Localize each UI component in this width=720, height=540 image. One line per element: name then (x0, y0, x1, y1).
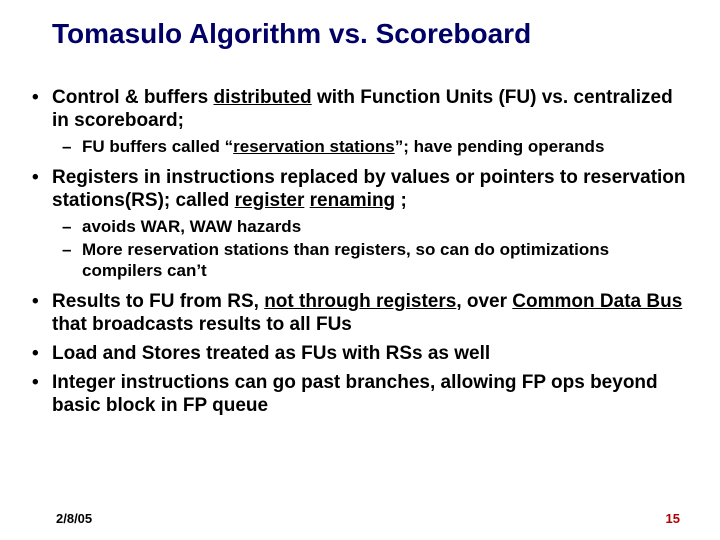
underline-text: reservation stations (233, 137, 395, 156)
text: that broadcasts results to all FUs (52, 314, 352, 335)
slide-title: Tomasulo Algorithm vs. Scoreboard (52, 18, 692, 50)
footer-date: 2/8/05 (56, 511, 92, 526)
text: , over (456, 291, 512, 312)
bullet-5: Integer instructions can go past branche… (28, 371, 692, 417)
bullet-4: Load and Stores treated as FUs with RSs … (28, 342, 692, 365)
text: Control & buffers (52, 87, 214, 108)
sub-list: FU buffers called “reservation stations”… (52, 136, 692, 157)
underline-text: Common Data Bus (512, 291, 682, 312)
sub-bullet: More reservation stations than registers… (60, 239, 692, 282)
underline-text: renaming (310, 190, 396, 211)
text: Results to FU from RS, (52, 291, 264, 312)
bullet-1: Control & buffers distributed with Funct… (28, 86, 692, 158)
page-number: 15 (666, 511, 680, 526)
underline-text: not through registers (264, 291, 456, 312)
underline-text: distributed (214, 87, 312, 108)
text: FU buffers called “ (82, 137, 233, 156)
sub-bullet: FU buffers called “reservation stations”… (60, 136, 692, 157)
text: ”; have pending operands (395, 137, 605, 156)
bullet-list: Control & buffers distributed with Funct… (28, 86, 692, 418)
bullet-2: Registers in instructions replaced by va… (28, 166, 692, 282)
sub-bullet: avoids WAR, WAW hazards (60, 216, 692, 237)
footer: 2/8/05 15 (56, 511, 680, 526)
underline-text: register (235, 190, 305, 211)
bullet-3: Results to FU from RS, not through regis… (28, 290, 692, 336)
sub-list: avoids WAR, WAW hazards More reservation… (52, 216, 692, 282)
slide: Tomasulo Algorithm vs. Scoreboard Contro… (0, 0, 720, 540)
text: ; (395, 190, 407, 211)
